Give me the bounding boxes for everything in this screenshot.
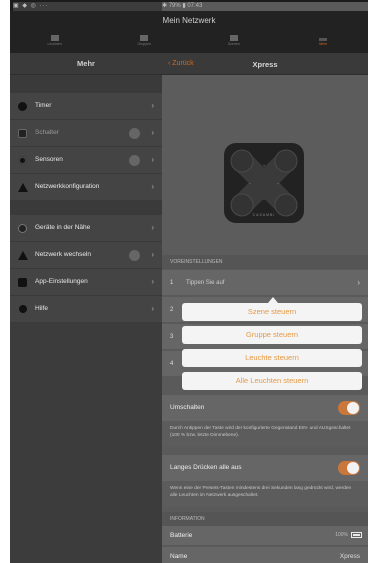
network-config-icon [18,183,28,192]
chevron-right-icon: › [151,155,154,164]
sidebar-item-label: Timer [35,102,52,109]
chevron-right-icon: › [151,277,154,286]
tab-label: Leuchten [47,42,62,46]
information-header: INFORMATION [162,512,368,526]
battery-value: 100% [335,532,348,538]
toggle-setting-row: Umschalten [162,395,368,421]
setting-label: Umschalten [170,404,205,411]
battery-row: Batterie 100% [162,526,368,546]
sidebar-item-schalter[interactable]: Schalter › [10,120,162,147]
switch-knob [347,402,359,414]
chevron-right-icon: › [151,101,154,110]
preset-row-1[interactable]: 1 Tippen Sie auf › [162,270,368,296]
preset-hint: Tippen Sie auf [186,280,225,286]
chevron-right-icon: › [151,304,154,313]
nearby-devices-icon [18,224,27,233]
setting-label: Langes Drücken alle aus [170,464,242,471]
sidebar-item-label: Schalter [35,129,59,136]
page-title: Xpress [252,60,278,69]
toggle-switch[interactable] [338,401,360,415]
more-icon [319,38,328,41]
settings-icon [18,278,27,287]
switch-icon [18,129,27,138]
name-row[interactable]: Name Xpress [162,547,368,563]
tab-label: Mehr [319,42,328,46]
setting-description: Wenn eine der Presets-Tasten mindestens … [162,481,368,507]
battery-label: Batterie [170,532,193,539]
battery-icon [351,532,362,538]
sidebar-item-netzwerk-wechseln[interactable]: Netzwerk wechseln › [10,242,162,269]
preset-number: 2 [170,307,174,313]
chevron-right-icon: › [151,182,154,191]
sidebar: Mehr Timer › Schalter › Sensoren › Netzw… [10,53,162,563]
control-popover: Szene steuern Gruppe steuern Leuchte ste… [182,303,362,395]
chevron-right-icon: › [151,223,154,232]
preset-number: 3 [170,334,174,340]
tab-szenen[interactable]: Szenen [189,35,279,53]
status-bar: ▣ ◆ ◎ ··· ✱ 79% ▮ 07:43 [10,0,368,512]
sidebar-item-sensoren[interactable]: Sensoren › [10,147,162,174]
toggle-switch[interactable] [338,461,360,475]
preset-number: 1 [170,280,174,286]
status-dot-icon [129,155,140,166]
sidebar-item-geraete-in-der-naehe[interactable]: Geräte in der Nähe › [10,215,162,242]
scene-control-option[interactable]: Szene steuern [182,303,362,321]
device-cross-graphic: + − + − [230,149,298,217]
switch-network-icon [18,251,28,260]
name-label: Name [170,553,188,560]
tab-label: Szenen [227,42,240,46]
top-bar: Mein Netzwerk Leuchten Gruppen Szenen Me… [10,11,368,53]
tab-bar: Leuchten Gruppen Szenen Mehr [10,35,368,53]
status-dot-icon [129,250,140,261]
tab-gruppen[interactable]: Gruppen [100,35,190,53]
tab-label: Gruppen [137,42,152,46]
app-frame: ▣ ◆ ◎ ··· ✱ 79% ▮ 07:43 Mein Netzwerk Le… [10,0,368,563]
sidebar-item-netzwerkkonfiguration[interactable]: Netzwerkkonfiguration › [10,174,162,201]
detail-pane: ‹ Zurück Xpress + − + − CASAMBI VOREINST… [162,53,368,563]
preset-number: 4 [170,361,174,367]
device-preview: + − + − CASAMBI [162,75,368,255]
long-press-setting-row: Langes Drücken alle aus [162,455,368,481]
sidebar-item-label: Sensoren [35,156,63,163]
sidebar-item-app-einstellungen[interactable]: App-Einstellungen › [10,269,162,296]
chevron-right-icon: › [151,128,154,137]
help-icon [19,305,27,313]
sidebar-item-timer[interactable]: Timer › [10,93,162,120]
sidebar-item-label: App-Einstellungen [35,278,88,285]
name-value: Xpress [339,553,360,560]
detail-header: ‹ Zurück Xpress [162,53,368,75]
lamp-icon [50,35,59,41]
clock-icon [18,102,27,111]
device-brand: CASAMBI [252,213,276,217]
setting-description: Durch Antippen der Taste wird der konfig… [162,421,368,447]
group-spacer [10,201,162,215]
sidebar-item-hilfe[interactable]: Hilfe › [10,296,162,323]
luminaire-control-option[interactable]: Leuchte steuern [182,349,362,367]
chevron-right-icon: › [357,278,360,287]
sidebar-title: Mehr [10,53,162,75]
sensor-icon [18,156,27,165]
sidebar-item-label: Hilfe [35,305,49,312]
presets-header: VOREINSTELLUNGEN [162,255,368,269]
tab-mehr[interactable]: Mehr [279,35,369,53]
group-spacer [10,75,162,93]
scenes-icon [229,35,238,41]
groups-icon [140,35,149,41]
all-luminaires-control-option[interactable]: Alle Leuchten steuern [182,372,362,390]
sidebar-item-label: Geräte in der Nähe [35,224,91,231]
tab-leuchten[interactable]: Leuchten [10,35,100,53]
xpress-device-image: + − + − CASAMBI [224,143,304,223]
group-control-option[interactable]: Gruppe steuern [182,326,362,344]
sidebar-item-label: Netzwerk wechseln [35,251,91,258]
chevron-right-icon: › [151,250,154,259]
switch-knob [347,462,359,474]
network-title: Mein Netzwerk [162,16,216,25]
sidebar-item-label: Netzwerkkonfiguration [35,183,100,190]
status-dot-icon [129,128,140,139]
